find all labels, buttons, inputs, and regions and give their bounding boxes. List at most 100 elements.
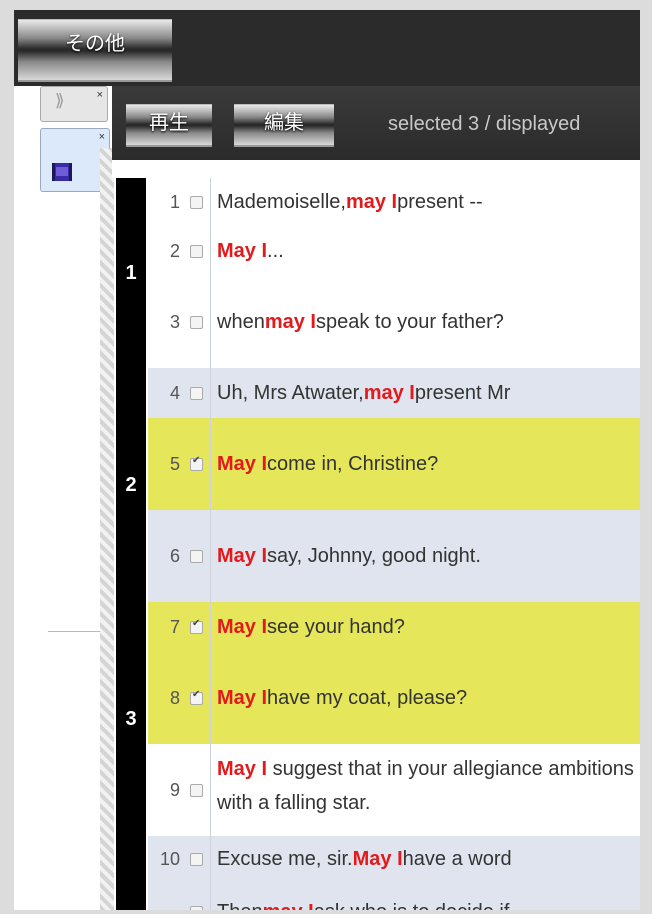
- row-number-cell: 2: [148, 226, 211, 276]
- close-icon[interactable]: ×: [97, 89, 103, 101]
- subtitle-text: May I say, Johnny, good night.: [211, 510, 640, 602]
- table-row[interactable]: 6 May I say, Johnny, good night.: [148, 510, 640, 603]
- row-checkbox[interactable]: [190, 783, 203, 797]
- panel-subheader: [112, 160, 640, 178]
- panel-toolbar: 再生 編集 selected 3 / displayed: [112, 86, 640, 160]
- row-number: 4: [169, 382, 180, 403]
- keyword-highlight: may I: [363, 382, 415, 404]
- row-checkbox[interactable]: [190, 549, 203, 563]
- row-number-cell: 1: [148, 178, 211, 226]
- keyword-highlight: may I: [345, 191, 398, 213]
- text-segment: see your hand?: [267, 616, 405, 638]
- panel-border: [100, 148, 114, 910]
- subtitle-text: Then may I ask who is to decide if: [211, 882, 640, 910]
- table-row[interactable]: 9 May I suggest that in your allegiance a…: [148, 744, 640, 837]
- row-number-cell: 5: [148, 418, 211, 510]
- keyword-highlight: may I: [264, 311, 316, 333]
- table-row[interactable]: 10 Excuse me, sir. May I have a word: [148, 836, 640, 883]
- row-number: 7: [169, 616, 180, 637]
- text-segment: ...: [267, 240, 284, 262]
- keyword-highlight: May I: [217, 758, 268, 780]
- subtitle-text: Uh, Mrs Atwater, may I present Mr: [211, 368, 640, 418]
- side-tab-strip: ⟫ × ×: [14, 86, 110, 910]
- text-segment: Uh, Mrs Atwater,: [217, 382, 364, 404]
- app-window: その他 ⟫ × × 再生 編集 selected 3 / displayed 1…: [14, 10, 640, 910]
- row-number: 5: [169, 453, 180, 474]
- row-checkbox[interactable]: [190, 195, 203, 209]
- row-number: 8: [169, 687, 180, 708]
- text-segment: say, Johnny, good night.: [267, 545, 481, 567]
- row-number: 1: [169, 191, 180, 212]
- row-number-cell: 3: [148, 276, 211, 368]
- play-button[interactable]: 再生: [126, 104, 212, 147]
- row-number: 6: [169, 545, 180, 566]
- table-row[interactable]: 8 May I have my coat, please?: [148, 652, 640, 745]
- row-number-cell: 9: [148, 744, 211, 836]
- subtitle-text: May I have my coat, please?: [211, 652, 640, 744]
- double-chevron-icon[interactable]: ⟫: [55, 91, 65, 111]
- table-row[interactable]: 4 Uh, Mrs Atwater, may I present Mr: [148, 368, 640, 419]
- table-row[interactable]: Then may I ask who is to decide if: [148, 882, 640, 910]
- keyword-highlight: May I: [217, 240, 268, 262]
- top-menu-bar: その他: [14, 10, 640, 86]
- row-number-cell: 6: [148, 510, 211, 602]
- row-checkbox[interactable]: [190, 244, 203, 258]
- text-segment: have a word: [402, 848, 512, 870]
- table-row[interactable]: 5 May I come in, Christine?: [148, 418, 640, 511]
- row-number-cell: 4: [148, 368, 211, 418]
- keyword-highlight: May I: [217, 453, 268, 475]
- table-row[interactable]: 2 May I...: [148, 226, 640, 277]
- text-segment: when: [217, 311, 265, 333]
- text-segment: Then: [217, 895, 263, 910]
- row-number: 2: [169, 240, 180, 261]
- row-number-cell: 8: [148, 652, 211, 744]
- collapse-tab[interactable]: ⟫ ×: [40, 86, 108, 122]
- row-number-cell: 7: [148, 602, 211, 652]
- keyword-highlight: May I: [352, 848, 403, 870]
- text-segment: speak to your father?: [315, 311, 504, 333]
- table-row[interactable]: 3 when may I speak to your father?: [148, 276, 640, 369]
- menu-other-button[interactable]: その他: [18, 19, 172, 82]
- edit-button[interactable]: 編集: [234, 104, 334, 147]
- row-number: 10: [159, 848, 180, 869]
- row-number: 9: [169, 779, 180, 800]
- row-checkbox[interactable]: [190, 455, 203, 471]
- row-number-cell: [148, 882, 211, 910]
- text-segment: present --: [397, 191, 483, 213]
- row-checkbox[interactable]: [190, 905, 203, 910]
- subtitle-text: May I suggest that in your allegiance am…: [211, 744, 640, 836]
- table-row[interactable]: 1 Mademoiselle, may I present --: [148, 178, 640, 227]
- group-marker: 2: [116, 368, 146, 602]
- divider: [48, 631, 108, 632]
- row-checkbox[interactable]: [190, 852, 203, 866]
- selection-status: selected 3 / displayed: [388, 113, 581, 135]
- menu-other-label: その他: [65, 33, 125, 55]
- close-icon[interactable]: ×: [99, 131, 105, 143]
- keyword-highlight: May I: [217, 616, 268, 638]
- row-checkbox[interactable]: [190, 315, 203, 329]
- subtitle-text: May I come in, Christine?: [211, 418, 640, 510]
- text-segment: ask who is to decide if: [314, 895, 510, 910]
- row-checkbox[interactable]: [190, 689, 203, 705]
- text-segment: have my coat, please?: [267, 687, 468, 709]
- keyword-highlight: May I: [217, 687, 268, 709]
- film-icon: [52, 163, 72, 181]
- subtitle-text: May I...: [211, 226, 640, 276]
- group-marker: 1: [116, 178, 146, 368]
- row-checkbox[interactable]: [190, 386, 203, 400]
- text-segment: Excuse me, sir.: [217, 848, 353, 870]
- group-marker: 3: [116, 602, 146, 836]
- row-number-cell: 10: [148, 836, 211, 882]
- text-segment: Mademoiselle,: [217, 191, 346, 213]
- row-checkbox[interactable]: [190, 618, 203, 634]
- text-segment: suggest that in your allegiance ambition…: [217, 758, 634, 814]
- subtitle-text: when may I speak to your father?: [211, 276, 640, 368]
- keyword-highlight: may I: [263, 895, 314, 910]
- subtitle-text: May I see your hand?: [211, 602, 640, 652]
- keyword-highlight: May I: [217, 545, 268, 567]
- text-segment: present Mr: [414, 382, 511, 404]
- text-segment: come in, Christine?: [267, 453, 439, 475]
- table-row[interactable]: 7 May I see your hand?: [148, 602, 640, 653]
- subtitle-text: Mademoiselle, may I present --: [211, 178, 640, 226]
- subtitle-text: Excuse me, sir. May I have a word: [211, 836, 640, 882]
